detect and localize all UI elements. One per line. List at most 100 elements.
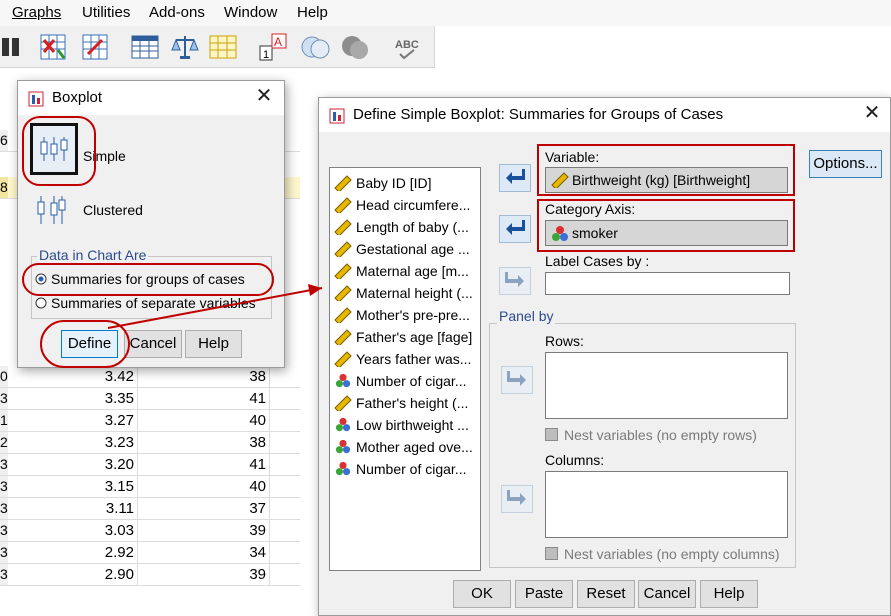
list-item[interactable]: Years father was... [334, 348, 480, 370]
nominal-variable-icon [335, 461, 351, 476]
insert-variable-icon[interactable] [80, 32, 110, 62]
simple-label[interactable]: Simple [83, 148, 126, 164]
list-item-label: Maternal height (... [356, 285, 473, 301]
radio-groups-selected[interactable] [35, 273, 47, 285]
radio-separate[interactable] [35, 297, 47, 309]
show-all-variables-icon[interactable] [340, 32, 370, 62]
list-item[interactable]: Maternal height (... [334, 282, 480, 304]
scale-ruler-icon [334, 351, 352, 367]
radio-separate-label[interactable]: Summaries of separate variables [51, 295, 256, 311]
move-to-rows-button[interactable] [501, 366, 533, 394]
radio-groups-label[interactable]: Summaries for groups of cases [51, 271, 245, 287]
menu-window[interactable]: Window [224, 4, 277, 21]
table-row[interactable]: 3 3.20 41 [0, 454, 300, 476]
clustered-boxplot-option[interactable] [32, 189, 72, 229]
variable-list[interactable]: Baby ID [ID] Head circumfere... Length of … [329, 167, 481, 571]
reset-button[interactable]: Reset [577, 580, 635, 608]
list-item-label: Number of cigar... [356, 373, 467, 389]
cancel-button[interactable]: Cancel [124, 330, 182, 358]
variable-target-field[interactable]: Birthweight (kg) [Birthweight] [545, 167, 788, 193]
nest-columns-checkbox[interactable] [545, 547, 558, 560]
list-item-label: Number of cigar... [356, 461, 467, 477]
simple-boxplot-option[interactable] [30, 123, 78, 175]
paste-button[interactable]: Paste [515, 580, 573, 608]
move-to-columns-button[interactable] [501, 485, 533, 513]
table-row[interactable]: 3 3.11 37 [0, 498, 300, 520]
close-icon[interactable]: ✕ [860, 102, 884, 126]
menu-add-ons[interactable]: Add-ons [149, 4, 205, 21]
boxplot-dialog: Boxplot ✕ Simple Clustered Data in Chart… [17, 80, 285, 368]
list-item-label: Mother's pre-pre... [356, 307, 470, 323]
list-item[interactable]: Mother's pre-pre... [334, 304, 480, 326]
label-cases-field[interactable] [545, 272, 790, 295]
spss-app-icon [329, 108, 345, 124]
list-item[interactable]: Father's height (... [334, 392, 480, 414]
list-item-label: Head circumfere... [356, 197, 471, 213]
define-titlebar: Define Simple Boxplot: Summaries for Gro… [319, 98, 890, 132]
list-item[interactable]: Maternal age [m... [334, 260, 480, 282]
weight-cases-icon[interactable] [170, 32, 200, 62]
nominal-variable-icon [335, 373, 351, 388]
list-item[interactable]: Father's age [fage] [334, 326, 480, 348]
scale-ruler-icon [334, 197, 352, 213]
rows-field[interactable] [545, 352, 788, 419]
nominal-variable-icon [552, 226, 568, 241]
columns-field[interactable] [545, 471, 788, 538]
boxplot-title: Boxplot [52, 89, 103, 106]
scale-ruler-icon [334, 175, 352, 191]
table-row[interactable]: 1 3.27 40 [0, 410, 300, 432]
menu-utilities[interactable]: Utilities [82, 4, 130, 21]
table-row[interactable]: 3 3.03 39 [0, 520, 300, 542]
arrow-right-icon [507, 490, 526, 505]
move-to-category-button[interactable] [499, 215, 531, 243]
table-row[interactable]: 3 2.90 39 [0, 564, 300, 586]
help-button[interactable]: Help [700, 580, 758, 608]
list-item[interactable]: Head circumfere... [334, 194, 480, 216]
nominal-variable-icon [335, 439, 351, 454]
list-item[interactable]: Mother aged ove... [334, 436, 480, 458]
move-to-variable-button[interactable] [499, 164, 531, 192]
list-item-label: Maternal age [m... [356, 263, 469, 279]
simple-boxplot-icon [40, 137, 68, 161]
menu-graphs[interactable]: Graphs [12, 4, 61, 21]
use-sets-icon[interactable] [300, 32, 330, 62]
move-to-label-cases-button[interactable] [499, 267, 531, 295]
list-item[interactable]: Gestational age ... [334, 238, 480, 260]
table-row[interactable]: 3 3.35 41 [0, 388, 300, 410]
menu-help[interactable]: Help [297, 4, 328, 21]
list-item[interactable]: Low birthweight ... [334, 414, 480, 436]
split-file-icon[interactable] [130, 32, 160, 62]
scale-ruler-icon [334, 395, 352, 411]
spss-app-icon [28, 91, 44, 107]
close-icon[interactable]: ✕ [252, 85, 276, 109]
table-row[interactable]: 2 3.23 38 [0, 432, 300, 454]
spell-check-icon[interactable]: ABC [394, 32, 424, 62]
nest-rows-label: Nest variables (no empty rows) [564, 427, 757, 443]
list-item[interactable]: Length of baby (... [334, 216, 480, 238]
table-row[interactable]: 3 3.15 40 [0, 476, 300, 498]
table-row[interactable]: 0 3.42 38 [0, 366, 300, 388]
list-item[interactable]: Baby ID [ID] [334, 172, 480, 194]
category-axis-field[interactable]: smoker [545, 220, 788, 246]
select-cases-icon[interactable] [208, 32, 238, 62]
define-button[interactable]: Define [61, 330, 118, 358]
binoculars-icon[interactable] [0, 32, 22, 62]
clustered-label[interactable]: Clustered [83, 202, 143, 218]
insert-cases-icon[interactable] [38, 32, 68, 62]
value-labels-icon[interactable]: 1A [258, 32, 288, 62]
list-item-label: Father's height (... [356, 395, 469, 411]
scale-ruler-icon [334, 241, 352, 257]
options-button[interactable]: Options... [809, 150, 882, 178]
table-row[interactable]: 3 2.92 34 [0, 542, 300, 564]
nest-rows-checkbox[interactable] [545, 428, 558, 441]
help-button[interactable]: Help [185, 330, 242, 358]
nest-columns-label: Nest variables (no empty columns) [564, 546, 780, 562]
ok-button[interactable]: OK [453, 580, 511, 608]
boxplot-titlebar: Boxplot ✕ [18, 81, 284, 115]
svg-text:1: 1 [263, 49, 269, 61]
scale-ruler-icon [334, 285, 352, 301]
cancel-button[interactable]: Cancel [638, 580, 696, 608]
list-item[interactable]: Number of cigar... [334, 370, 480, 392]
list-item-label: Length of baby (... [356, 219, 469, 235]
list-item[interactable]: Number of cigar... [334, 458, 480, 480]
